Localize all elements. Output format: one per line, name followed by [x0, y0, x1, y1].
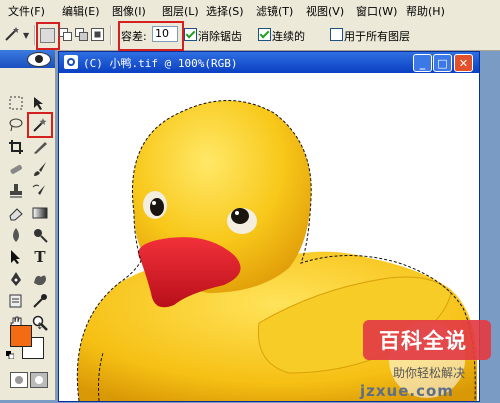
tolerance-label: 容差:	[121, 30, 147, 43]
pen-tool-icon[interactable]	[5, 268, 27, 290]
eraser-tool-icon[interactable]	[5, 202, 27, 224]
toolbox-title-bar[interactable]	[0, 50, 55, 68]
intersect-selection-button[interactable]	[91, 28, 104, 41]
photoshop-eye-logo-icon[interactable]	[27, 52, 51, 67]
separator	[110, 25, 111, 45]
watermark: 百科全说 助你轻松解决 jzxue.com	[355, 318, 500, 400]
use-all-layers-label: 用于所有图层	[344, 30, 410, 43]
menu-edit[interactable]: 编辑(E)	[62, 3, 100, 19]
default-colors-icon[interactable]	[6, 348, 15, 360]
photoshop-document-icon	[64, 55, 78, 69]
menu-image[interactable]: 图像(I)	[112, 3, 146, 19]
tolerance-input[interactable]: 10	[152, 26, 178, 42]
new-selection-button[interactable]	[40, 28, 55, 43]
maximize-button[interactable]: □	[433, 54, 452, 72]
menu-bar: 文件(F) 编辑(E) 图像(I) 图层(L) 选择(S) 滤镜(T) 视图(V…	[0, 0, 500, 21]
crop-tool-icon[interactable]	[5, 136, 27, 158]
minimize-button[interactable]: _	[413, 54, 432, 72]
contiguous-checkbox[interactable]	[258, 28, 271, 41]
blur-tool-icon[interactable]	[5, 224, 27, 246]
menu-select[interactable]: 选择(S)	[206, 3, 244, 19]
clone-stamp-tool-icon[interactable]	[5, 180, 27, 202]
move-tool-icon[interactable]	[29, 92, 51, 114]
contiguous-label: 连续的	[272, 30, 305, 43]
brush-tool-icon[interactable]	[29, 158, 51, 180]
rectangular-marquee-tool-icon[interactable]	[5, 92, 27, 114]
custom-shape-tool-icon[interactable]	[29, 268, 51, 290]
lasso-tool-icon[interactable]	[5, 114, 27, 136]
anti-alias-label: 消除锯齿	[198, 30, 242, 43]
path-selection-tool-icon[interactable]	[5, 246, 27, 268]
menu-view[interactable]: 视图(V)	[306, 3, 344, 19]
tool-options-bar: ▼ 容差: 10 消除锯齿 连续的 用于所有图层	[0, 20, 500, 51]
document-title: (C) 小鸭.tif @ 100%(RGB)	[83, 57, 238, 70]
menu-help[interactable]: 帮助(H)	[406, 3, 445, 19]
foreground-color-swatch[interactable]	[10, 325, 32, 347]
watermark-tagline: 助你轻松解决	[393, 366, 466, 380]
swap-colors-icon[interactable]: ↕	[36, 322, 44, 332]
notes-tool-icon[interactable]	[5, 290, 27, 312]
menu-filter[interactable]: 滤镜(T)	[256, 3, 293, 19]
anti-alias-checkbox[interactable]	[184, 28, 197, 41]
history-brush-tool-icon[interactable]	[29, 180, 51, 202]
menu-file[interactable]: 文件(F)	[8, 3, 45, 19]
watermark-site: jzxue.com	[360, 382, 454, 400]
tool-preset-dropdown-icon[interactable]: ▼	[23, 31, 29, 40]
standard-mode-button[interactable]	[10, 372, 28, 388]
slice-tool-icon[interactable]	[29, 136, 51, 158]
toolbox: T ↕	[0, 50, 56, 400]
separator	[34, 25, 35, 45]
close-button[interactable]: ✕	[454, 54, 473, 72]
healing-brush-tool-icon[interactable]	[5, 158, 27, 180]
magic-wand-tool-icon[interactable]	[29, 114, 51, 136]
document-title-bar[interactable]: (C) 小鸭.tif @ 100%(RGB) _ □ ✕	[59, 52, 479, 73]
menu-layer[interactable]: 图层(L)	[162, 3, 199, 19]
type-tool-icon[interactable]: T	[29, 246, 51, 268]
watermark-brand: 百科全说	[379, 329, 467, 353]
use-all-layers-checkbox[interactable]	[330, 28, 343, 41]
eyedropper-tool-icon[interactable]	[29, 290, 51, 312]
gradient-tool-icon[interactable]	[29, 202, 51, 224]
dodge-tool-icon[interactable]	[29, 224, 51, 246]
quick-mask-mode-button[interactable]	[30, 372, 48, 388]
magic-wand-tool-icon[interactable]	[3, 25, 21, 43]
add-to-selection-button[interactable]	[59, 28, 72, 41]
subtract-from-selection-button[interactable]	[75, 28, 88, 41]
menu-window[interactable]: 窗口(W)	[356, 3, 397, 19]
